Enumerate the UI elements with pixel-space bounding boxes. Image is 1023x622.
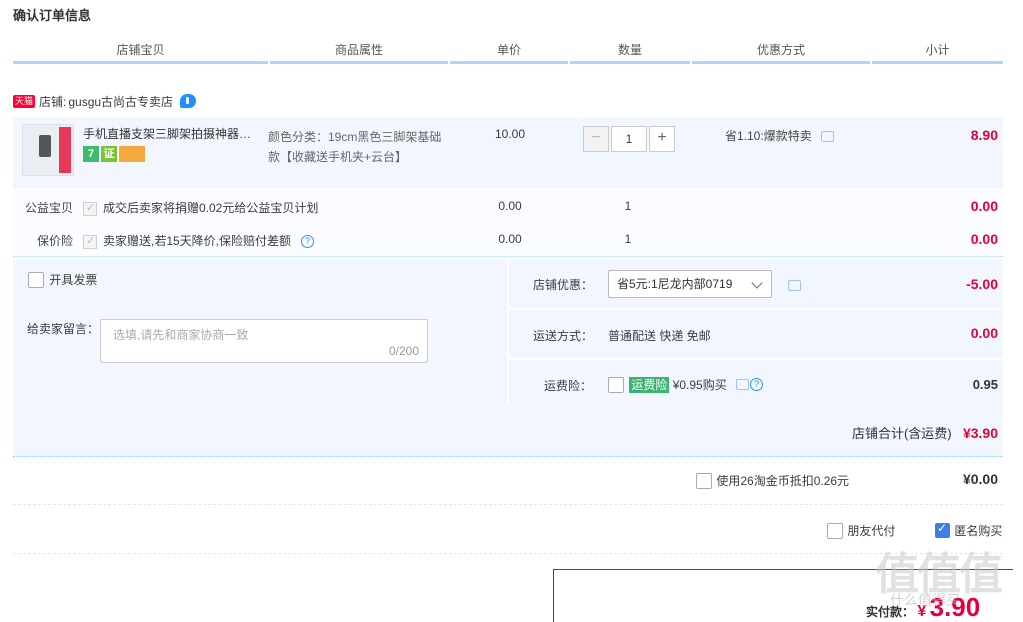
promo-text: 省1.10:爆款特卖 — [725, 129, 812, 143]
price-protect-option: 卖家赠送,若15天降价,保险赔付差额? — [83, 232, 315, 249]
col-header-subtotal: 小计 — [872, 40, 1003, 64]
charity-checkbox — [83, 201, 97, 216]
divider — [509, 308, 1003, 310]
shipping-insurance-amount: 0.95 — [972, 377, 998, 392]
price-protect-subtotal: 0.00 — [970, 231, 998, 247]
shop-label: 店铺: — [39, 94, 67, 109]
message-placeholder: 选填,请先和商家协商一致 — [113, 328, 249, 342]
coins-option[interactable]: 使用26淘金币抵扣0.26元 — [696, 472, 849, 489]
message-textarea[interactable]: 选填,请先和商家协商一致 0/200 — [100, 319, 428, 363]
shop-row: 天猫 店铺: gusgu古尚古专卖店 — [13, 92, 197, 110]
charity-subtotal: 0.00 — [970, 198, 998, 214]
price-protect-price: 0.00 — [498, 232, 522, 246]
price-protect-checkbox — [83, 234, 97, 249]
charity-label: 公益宝贝 — [24, 201, 73, 215]
message-icon[interactable] — [821, 131, 835, 143]
decrease-quantity-button[interactable]: − — [583, 126, 609, 152]
item-name-link[interactable]: 手机直播支架三脚架拍摄神器多功能 — [83, 127, 263, 141]
quantity-stepper: − 1 + — [583, 126, 675, 152]
col-header-price: 单价 — [450, 40, 568, 64]
message-icon[interactable] — [736, 379, 750, 390]
message-char-count: 0/200 — [388, 344, 419, 358]
friend-pay-checkbox[interactable] — [827, 522, 843, 539]
invoice-label: 开具发票 — [49, 273, 98, 287]
coins-checkbox[interactable] — [696, 472, 712, 489]
price-protect-label: 保价险 — [36, 234, 73, 248]
anonymous-label: 匿名购买 — [954, 524, 1003, 538]
item-sku: 颜色分类：19cm黑色三脚架基础款【收藏送手机夹+云台】 — [268, 130, 442, 164]
coins-amount: ¥0.00 — [962, 471, 998, 487]
col-header-item: 店铺宝贝 — [13, 40, 268, 64]
price-protect-qty: 1 — [624, 232, 632, 246]
price-protect-text: 卖家赠送,若15天降价,保险赔付差额 — [103, 234, 292, 248]
shop-total: 店铺合计(含运费) ¥3.90 — [700, 423, 998, 442]
credit-card-icon[interactable] — [119, 146, 145, 162]
price-protect-row: 保价险 — [13, 232, 73, 249]
seven-day-return-icon[interactable]: 7 — [83, 146, 99, 162]
shop-discount-selected: 省5元:1尼龙内部0719 — [617, 277, 733, 291]
shop-discount-select[interactable]: 省5元:1尼龙内部0719 — [608, 270, 772, 298]
anonymous-checkbox[interactable] — [935, 521, 950, 538]
tmall-badge: 天猫 — [13, 94, 36, 108]
anonymous-option[interactable]: 匿名购买 — [935, 521, 1003, 539]
shipping-insurance-text: ¥0.95购买 — [672, 378, 727, 392]
col-header-qty: 数量 — [570, 40, 690, 64]
wangwang-chat-icon[interactable] — [180, 94, 197, 108]
shop-discount-label: 店铺优惠： — [533, 278, 594, 292]
help-icon[interactable]: ? — [301, 235, 315, 249]
shop-discount-amount: -5.00 — [966, 276, 998, 292]
shop-total-label: 店铺合计(含运费) — [851, 426, 952, 441]
shop-name-link[interactable]: gusgu古尚古专卖店 — [68, 93, 173, 110]
shipping-amount: 0.00 — [970, 325, 998, 341]
item-unit-price: 10.00 — [494, 127, 526, 141]
coins-label: 使用26淘金币抵扣0.26元 — [716, 474, 850, 488]
thumbnail-tag-icon — [59, 127, 71, 173]
divider — [13, 504, 1003, 505]
item-subtotal: 8.90 — [970, 127, 998, 143]
charity-text: 成交后卖家将捐赠0.02元给公益宝贝计划 — [103, 201, 319, 215]
table-header: 店铺宝贝 商品属性 单价 数量 优惠方式 小计 — [13, 40, 1003, 64]
certified-icon[interactable]: 证 — [101, 146, 117, 162]
charity-row: 公益宝贝 — [13, 199, 73, 216]
item-promo: 省1.10:爆款特卖 — [725, 127, 835, 144]
product-thumbnail[interactable] — [22, 124, 74, 176]
page-title: 确认订单信息 — [13, 8, 92, 23]
charity-price: 0.00 — [498, 199, 522, 213]
charity-qty: 1 — [624, 199, 632, 213]
message-icon[interactable] — [788, 280, 801, 292]
watermark-text: 什么值得买 — [890, 592, 960, 608]
charity-option: 成交后卖家将捐赠0.02元给公益宝贝计划 — [83, 199, 318, 216]
phone-stand-image-icon — [39, 135, 51, 157]
chevron-down-icon — [751, 277, 763, 289]
shipping-insurance-checkbox[interactable] — [608, 376, 624, 393]
shipping-value: 普通配送 快递 免邮 — [608, 329, 711, 343]
col-header-attr: 商品属性 — [270, 40, 448, 64]
increase-quantity-button[interactable]: + — [649, 126, 675, 152]
service-badges: 7 证 — [83, 146, 145, 162]
divider — [13, 553, 1003, 554]
message-label: 给卖家留言： — [27, 322, 100, 336]
shop-total-amount: ¥3.90 — [962, 425, 998, 441]
shipping-insurance-option: 运费险 ¥0.95购买 ? — [608, 376, 764, 393]
col-header-promo: 优惠方式 — [692, 40, 870, 64]
help-icon[interactable]: ? — [750, 378, 764, 391]
shipping-insurance-badge: 运费险 — [629, 377, 670, 393]
shipping-label: 运送方式： — [533, 329, 594, 343]
invoice-option[interactable]: 开具发票 — [28, 271, 97, 288]
divider — [509, 358, 1003, 360]
quantity-input[interactable]: 1 — [611, 126, 647, 152]
friend-pay-option[interactable]: 朋友代付 — [827, 522, 895, 539]
shipping-insurance-label: 运费险： — [544, 379, 593, 393]
invoice-checkbox[interactable] — [28, 271, 44, 288]
friend-pay-label: 朋友代付 — [847, 524, 896, 538]
